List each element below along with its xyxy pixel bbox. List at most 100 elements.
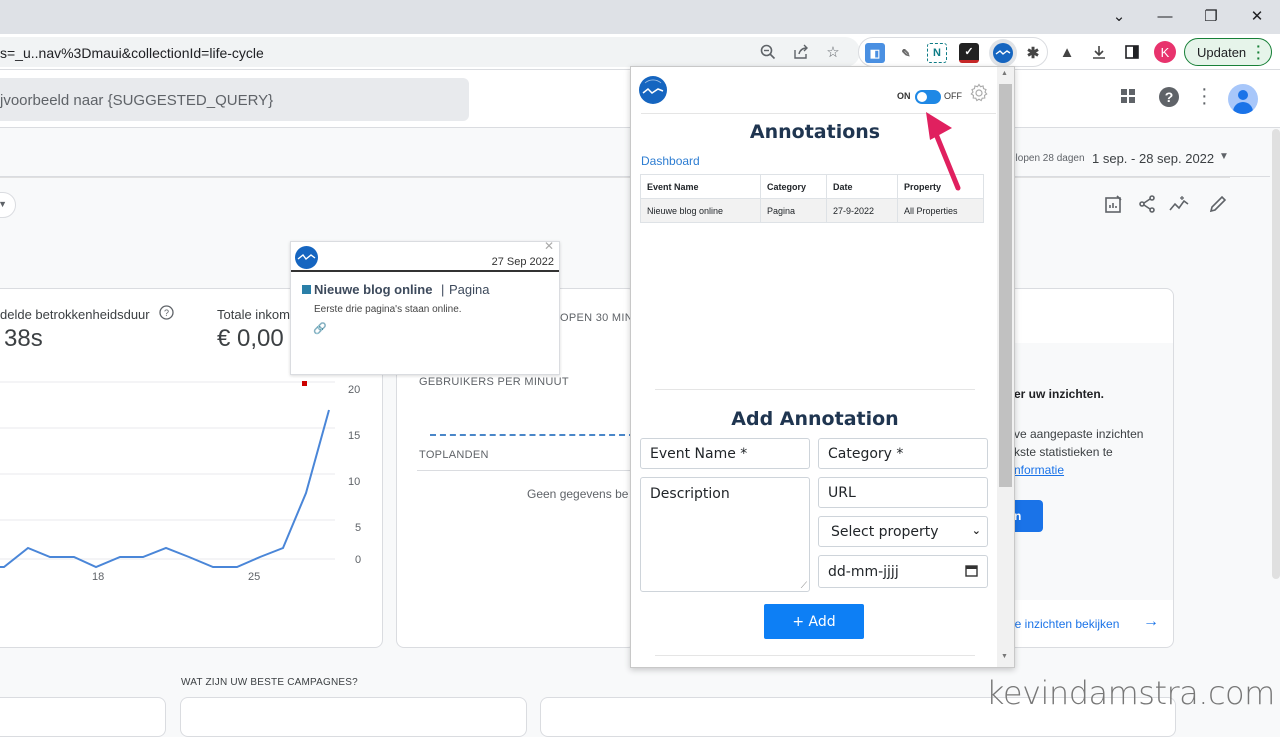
y-tick: 5 <box>355 522 362 534</box>
more-menu-icon: · · · <box>1256 38 1261 66</box>
browser-titlebar: ⌄ — ❐ ✕ <box>0 0 1280 34</box>
minimize-icon[interactable]: — <box>1150 4 1180 28</box>
tooltip-close-icon[interactable]: ✕ <box>544 239 554 253</box>
update-button[interactable]: Updaten · · · <box>1184 38 1272 66</box>
date-input[interactable]: dd-mm-jjjj <box>818 555 988 588</box>
labs-flask-icon[interactable]: ▲ <box>1057 42 1077 62</box>
description-placeholder: Description <box>650 486 730 502</box>
pointer-arrow-annotation <box>926 112 961 191</box>
url-input[interactable]: URL <box>818 477 988 508</box>
apps-grid-icon[interactable] <box>1120 88 1136 109</box>
date-range-caret-icon[interactable]: ▼ <box>1219 151 1229 162</box>
cell-date: 27-9-2022 <box>826 198 898 223</box>
y-tick: 15 <box>348 430 361 442</box>
ga-search-placeholder: jvoorbeeld naar {SUGGESTED_QUERY} <box>0 92 274 109</box>
event-name-input[interactable]: Event Name * <box>640 438 810 469</box>
tooltip-event-name: Nieuwe blog online <box>314 282 433 297</box>
insights-body-line1: ve aangepaste inzichten <box>1014 427 1144 441</box>
bookmark-star-icon[interactable]: ☆ <box>823 42 843 62</box>
address-bar[interactable]: s=_u..nav%3Dmaui&collectionId=life-cycle <box>0 37 860 67</box>
description-textarea[interactable]: Description ⟋ <box>640 477 810 592</box>
scroll-down-icon[interactable]: ▼ <box>1001 653 1008 660</box>
more-vert-icon[interactable]: · · · <box>1201 79 1208 113</box>
help-icon[interactable]: ? <box>1158 86 1180 113</box>
tooltip-separator: | <box>441 282 445 297</box>
insights-heading: er uw inzichten. <box>1014 387 1105 401</box>
customize-report-icon[interactable] <box>1103 193 1125 215</box>
profile-avatar[interactable]: K <box>1154 41 1176 63</box>
event-name-placeholder: Event Name * <box>650 445 748 462</box>
checklist-icon[interactable]: ✓ <box>959 43 979 63</box>
tab-search-chevron-icon[interactable]: ⌄ <box>1104 4 1134 28</box>
account-avatar[interactable] <box>1228 84 1258 114</box>
tag-assistant-icon[interactable]: ◧ <box>865 43 885 63</box>
zoom-out-icon[interactable] <box>758 42 778 62</box>
col-category: Category <box>760 174 827 199</box>
scroll-up-icon[interactable]: ▲ <box>1001 70 1008 77</box>
tooltip-date: 27 Sep 2022 <box>491 256 554 268</box>
tooltip-header: ✕ 27 Sep 2022 <box>291 239 559 272</box>
add-button-label: + Add <box>792 613 836 630</box>
share-icon[interactable] <box>791 42 811 62</box>
col-event-name: Event Name <box>640 174 761 199</box>
divider <box>655 389 975 390</box>
toggle-off-label: OFF <box>944 91 962 101</box>
annotations-logo-icon <box>639 76 667 104</box>
property-select[interactable]: Select property ⌄ <box>818 516 988 547</box>
download-icon[interactable] <box>1089 42 1109 62</box>
link-icon[interactable]: 🔗 <box>313 322 327 335</box>
metric-label-revenue: Totale inkom <box>217 307 290 322</box>
divider <box>417 470 637 471</box>
resize-handle-icon[interactable]: ⟋ <box>801 581 807 591</box>
restore-icon[interactable]: ❐ <box>1196 4 1226 28</box>
extensions-group: ◧ ✎ N ✓ ✱ <box>858 37 1048 67</box>
sidepanel-icon[interactable] <box>1122 42 1142 62</box>
popup-scrollbar[interactable]: ▲ ▼ <box>997 67 1014 667</box>
notion-icon[interactable]: N <box>927 43 947 63</box>
date-range-picker[interactable]: 1 sep. - 28 sep. 2022 <box>1092 151 1214 166</box>
annotations-extension-button[interactable] <box>989 39 1017 67</box>
campaigns-caption: WAT ZIJN UW BESTE CAMPAGNES? <box>181 677 358 688</box>
svg-text:?: ? <box>1165 89 1174 105</box>
filter-chip[interactable]: ▼ <box>0 192 16 218</box>
insights-more-info-link[interactable]: nformatie <box>1014 463 1064 477</box>
date-placeholder: dd-mm-jjjj <box>828 563 899 580</box>
close-icon[interactable]: ✕ <box>1242 4 1272 28</box>
category-input[interactable]: Category * <box>818 438 988 469</box>
view-all-insights-link[interactable]: le inzichten bekijken <box>1012 617 1119 631</box>
table-row[interactable]: Nieuwe blog online Pagina 27-9-2022 All … <box>640 198 984 223</box>
dashboard-link[interactable]: Dashboard <box>641 154 700 168</box>
bottom-card <box>180 697 527 737</box>
scrollbar-thumb[interactable] <box>999 84 1012 487</box>
tooltip-description: Eerste drie pagina's staan online. <box>314 304 462 315</box>
property-select-value: Select property <box>831 523 939 540</box>
arrow-right-icon[interactable]: → <box>1143 613 1159 631</box>
calendar-icon[interactable] <box>965 564 978 581</box>
insights-create-label: n <box>1014 509 1022 523</box>
url-text[interactable]: s=_u..nav%3Dmaui&collectionId=life-cycle <box>0 45 264 61</box>
divider <box>0 177 1230 178</box>
url-placeholder: URL <box>828 484 856 501</box>
cell-event-name: Nieuwe blog online <box>640 198 761 223</box>
settings-gear-icon[interactable] <box>969 83 989 108</box>
metric-value-engagement: 38s <box>4 325 43 352</box>
ga-search-input[interactable]: jvoorbeeld naar {SUGGESTED_QUERY} <box>0 78 469 121</box>
annotation-marker[interactable] <box>302 381 307 386</box>
toggle-on-label: ON <box>897 91 911 101</box>
divider <box>655 655 975 656</box>
cell-property: All Properties <box>897 198 984 223</box>
edit-pencil-icon[interactable] <box>1207 193 1229 215</box>
extensions-puzzle-icon[interactable]: ✱ <box>1023 43 1043 63</box>
page-scrollbar[interactable] <box>1272 129 1280 579</box>
y-tick: 20 <box>348 384 361 396</box>
enable-toggle[interactable] <box>915 90 941 104</box>
share-report-icon[interactable] <box>1136 193 1158 215</box>
dataslayer-icon[interactable]: ✎ <box>896 43 916 63</box>
insights-sparkle-icon[interactable] <box>1168 193 1190 215</box>
help-circle-icon[interactable]: ? <box>159 305 174 324</box>
x-tick: 25 <box>248 571 261 583</box>
y-tick: 10 <box>348 476 361 488</box>
tooltip-category: Pagina <box>449 282 490 297</box>
chip-caret-icon: ▼ <box>0 199 7 209</box>
add-annotation-button[interactable]: + Add <box>764 604 864 639</box>
